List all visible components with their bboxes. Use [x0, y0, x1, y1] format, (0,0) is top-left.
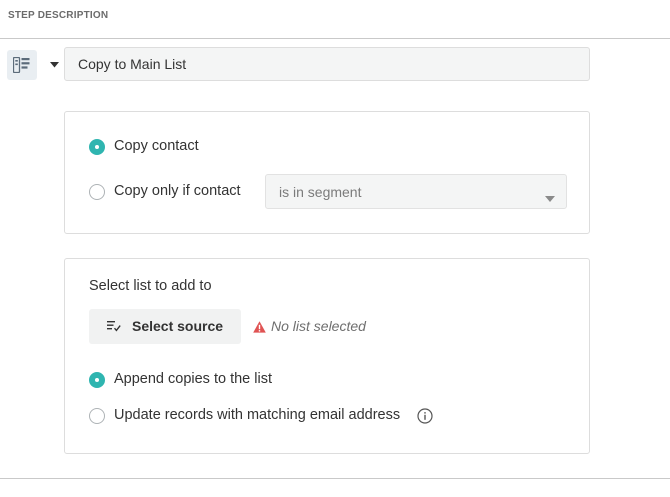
condition-select[interactable]: is in segment [265, 174, 567, 209]
step-editor: STEP DESCRIPTION Copy contact Copy only … [0, 0, 670, 497]
caret-down-icon[interactable] [48, 58, 62, 72]
copy-options-panel: Copy contact Copy only if contact is in … [64, 111, 590, 234]
chevron-down-icon [545, 189, 555, 207]
warning-icon [253, 320, 266, 338]
step-name-input[interactable] [64, 47, 590, 81]
update-records-label[interactable]: Update records with matching email addre… [114, 407, 400, 423]
copy-contact-radio[interactable] [89, 139, 105, 155]
condition-select-value: is in segment [279, 184, 362, 200]
bottom-divider [0, 478, 670, 479]
section-title: STEP DESCRIPTION [8, 10, 109, 21]
copy-contact-label[interactable]: Copy contact [114, 138, 199, 154]
append-copies-radio[interactable] [89, 372, 105, 388]
append-copies-label[interactable]: Append copies to the list [114, 371, 272, 387]
copy-only-if-label[interactable]: Copy only if contact [114, 183, 241, 199]
select-source-button[interactable]: Select source [89, 309, 241, 344]
copy-only-if-radio[interactable] [89, 184, 105, 200]
info-icon[interactable] [417, 408, 433, 429]
destination-panel: Select list to add to Select source No l… [64, 258, 590, 454]
select-source-label: Select source [132, 318, 224, 334]
destination-heading: Select list to add to [89, 278, 212, 294]
section-header: STEP DESCRIPTION [0, 0, 670, 39]
no-list-warning: No list selected [271, 318, 366, 334]
update-records-radio[interactable] [89, 408, 105, 424]
step-list-icon [7, 50, 37, 80]
list-select-icon [107, 320, 121, 335]
